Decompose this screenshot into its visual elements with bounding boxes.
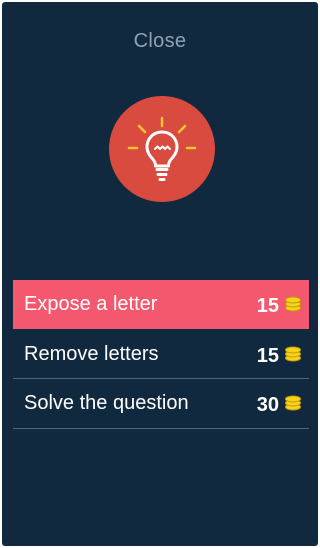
coins-icon <box>285 296 301 312</box>
coins-icon <box>285 346 301 362</box>
lightbulb-icon <box>127 116 197 181</box>
hint-dialog: Close Expose a letter 15 Remove letters … <box>2 2 318 546</box>
option-cost: 15 <box>256 345 279 367</box>
close-button[interactable]: Close <box>2 30 318 53</box>
option-solve-question[interactable]: Solve the question 30 <box>13 379 309 428</box>
option-cost: 30 <box>256 394 279 416</box>
option-cost: 15 <box>256 295 279 317</box>
divider <box>13 428 309 429</box>
option-label: Remove letters <box>24 343 159 365</box>
hint-icon-circle <box>109 96 215 202</box>
option-label: Expose a letter <box>24 293 158 315</box>
option-remove-letters[interactable]: Remove letters 15 <box>13 330 309 379</box>
option-label: Solve the question <box>24 392 189 414</box>
option-expose-letter[interactable]: Expose a letter 15 <box>13 280 309 329</box>
coins-icon <box>285 395 301 411</box>
